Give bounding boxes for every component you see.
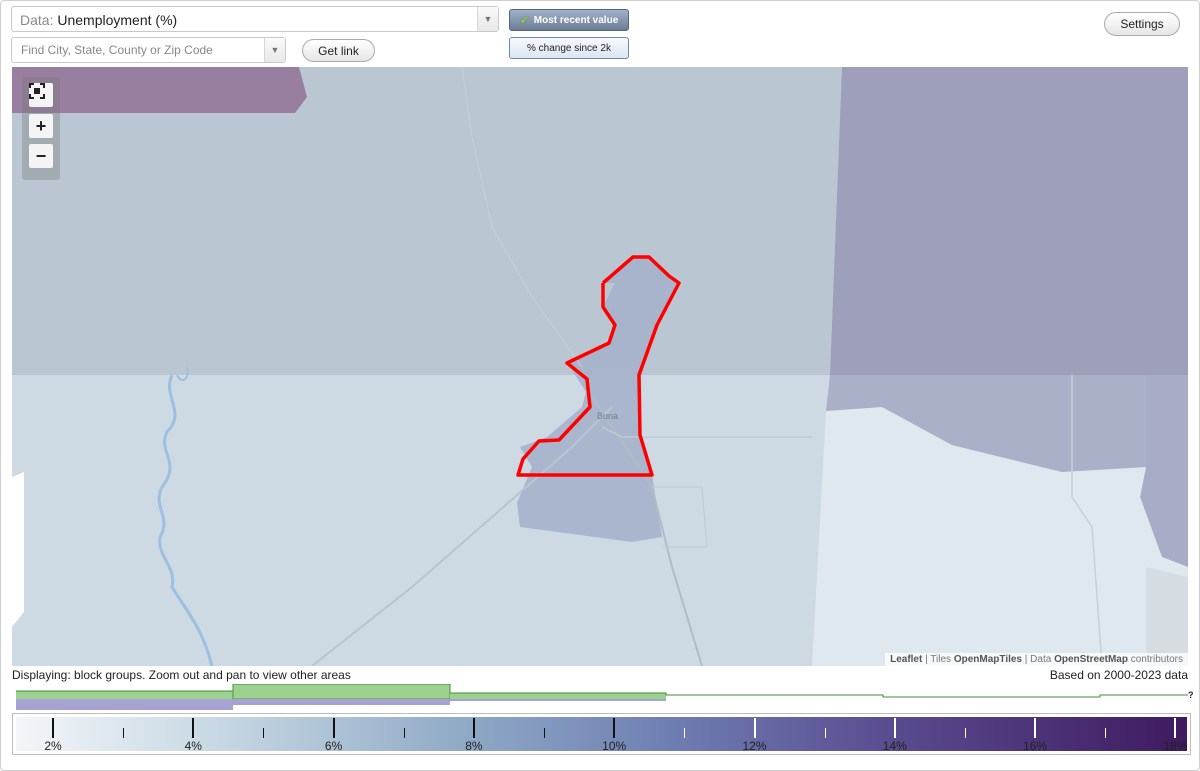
histogram-bar [232, 684, 451, 700]
legend-major-tick [613, 718, 616, 738]
legend-major-tick [1034, 718, 1037, 738]
percent-change-button[interactable]: % change since 2k [509, 37, 629, 59]
legend-label: 6% [324, 739, 343, 753]
color-legend: 2% 4% 6% 8% 10% 12% 14% 16% 18% [12, 713, 1191, 755]
histogram-bar-local [450, 699, 666, 701]
legend-major-tick [192, 718, 195, 738]
check-icon: ✔ [519, 13, 530, 27]
legend-major-tick [472, 718, 475, 738]
legend-major-tick [52, 718, 54, 738]
data-select[interactable]: Data: Unemployment (%) ▼ [11, 6, 499, 32]
data-range-info: Based on 2000-2023 data [1049, 668, 1188, 682]
plus-icon[interactable]: + [29, 114, 53, 138]
legend-label: 16% [1023, 739, 1048, 753]
legend-label: 10% [602, 739, 627, 753]
legend-minor-tick [544, 728, 546, 738]
map-zoom-controls: + − [22, 77, 60, 180]
leaflet-link[interactable]: Leaflet [890, 654, 922, 665]
legend-minor-tick [263, 728, 265, 738]
get-link-button[interactable]: Get link [302, 39, 375, 62]
percent-change-label: % change since 2k [527, 42, 611, 54]
settings-button[interactable]: Settings [1104, 12, 1180, 36]
legend-label: 8% [465, 739, 483, 753]
data-select-value: Data: Unemployment (%) [20, 12, 178, 28]
map-view[interactable]: + − Buna Leaflet | Tiles OpenMapTiles | … [12, 67, 1188, 666]
region-corner [1146, 567, 1188, 666]
chevron-down-icon[interactable]: ▼ [477, 7, 498, 31]
map-canvas[interactable] [12, 67, 1188, 666]
displaying-info: Displaying: block groups. Zoom out and p… [12, 668, 351, 682]
legend-label: 4% [184, 739, 202, 753]
histogram-bar [16, 691, 233, 699]
legend-major-tick [753, 718, 756, 738]
fullscreen-icon[interactable] [29, 83, 53, 107]
openstreetmap-link[interactable]: OpenStreetMap [1054, 654, 1128, 665]
histogram-unknown-marker: ? [1188, 690, 1194, 700]
legend-minor-tick [684, 728, 686, 738]
location-search[interactable]: ▼ [11, 37, 286, 63]
histogram-bar-local [16, 699, 450, 705]
legend-label: 2% [44, 739, 62, 753]
place-label-buna: Buna [597, 411, 619, 421]
histogram-bar-local [16, 705, 233, 710]
chevron-down-icon[interactable]: ▼ [264, 38, 285, 62]
legend-major-tick [893, 718, 896, 738]
region-white-edge [12, 472, 24, 627]
legend-label: 18% [1163, 739, 1188, 753]
most-recent-value-button[interactable]: ✔ Most recent value [509, 9, 629, 31]
search-input[interactable] [12, 38, 264, 62]
openmaptiles-link[interactable]: OpenMapTiles [954, 654, 1022, 665]
legend-minor-tick [403, 728, 405, 738]
legend-minor-tick [964, 728, 966, 738]
legend-minor-tick [1105, 728, 1107, 738]
map-attribution: Leaflet | Tiles OpenMapTiles | Data Open… [885, 653, 1188, 666]
legend-minor-tick [123, 728, 125, 738]
region-northwest [12, 67, 842, 375]
legend-major-tick [1174, 718, 1177, 738]
legend-label: 14% [882, 739, 907, 753]
most-recent-value-label: Most recent value [533, 14, 619, 26]
histogram-bar [450, 693, 666, 699]
legend-minor-tick [824, 728, 826, 738]
region-east [830, 67, 1188, 375]
distribution-histogram [16, 684, 1188, 710]
legend-label: 12% [742, 739, 767, 753]
minus-icon[interactable]: − [29, 144, 53, 168]
legend-major-tick [332, 718, 335, 738]
